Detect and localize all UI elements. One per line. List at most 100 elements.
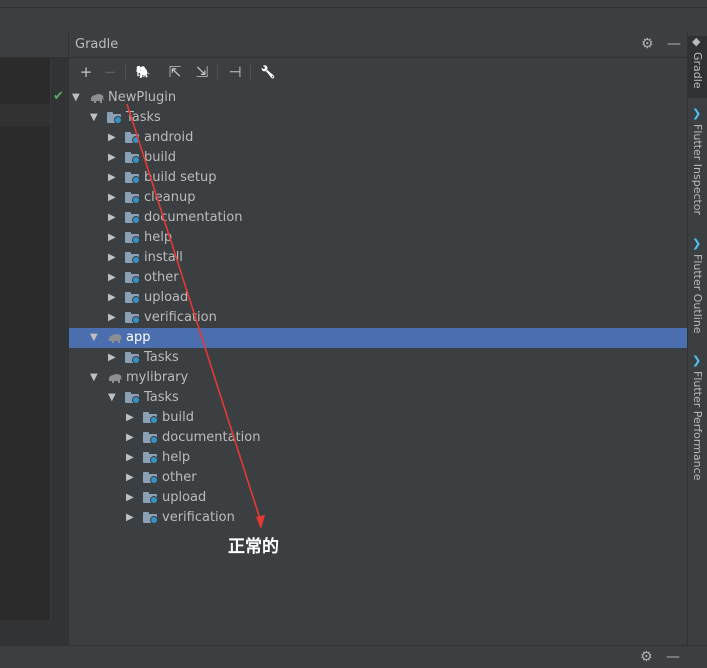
gear-icon[interactable]: ⚙ <box>640 649 653 665</box>
tree-project-row[interactable]: ▼ NewPlugin <box>69 88 687 108</box>
chevron-down-icon[interactable]: ▼ <box>108 391 116 405</box>
tree-item-label: build setup <box>144 170 217 185</box>
folder-gear-icon <box>125 292 140 304</box>
tree-folder-row[interactable]: ▼ Tasks <box>69 108 687 128</box>
folder-gear-icon <box>125 132 140 144</box>
elephant-icon: ◆ <box>692 35 701 48</box>
folder-gear-icon <box>125 152 140 164</box>
tree-folder-row[interactable]: ▶ help <box>69 228 687 248</box>
tool-window-tab[interactable]: ◆ Gradle <box>688 36 707 98</box>
tool-window-tab[interactable]: ❯ Flutter Outline <box>688 238 707 338</box>
toolbar-separator <box>217 65 218 80</box>
tool-window-tab[interactable]: ❯ Flutter Performance <box>688 355 707 495</box>
chevron-right-icon[interactable]: ▶ <box>126 411 134 425</box>
tree-item-label: documentation <box>144 210 243 225</box>
chevron-right-icon[interactable]: ▶ <box>108 171 116 185</box>
folder-gear-icon <box>143 432 158 444</box>
minimize-icon[interactable]: — <box>666 649 680 665</box>
toolbar-separator <box>125 65 126 80</box>
folder-gear-icon <box>143 452 158 464</box>
chevron-right-icon[interactable]: ▶ <box>126 511 134 525</box>
tree-item-label: Tasks <box>144 390 179 405</box>
tree-folder-row[interactable]: ▶ cleanup <box>69 188 687 208</box>
tree-folder-row[interactable]: ▶ documentation <box>69 428 687 448</box>
elephant-refresh-icon[interactable]: 🐘 <box>134 63 152 81</box>
tree-folder-row[interactable]: ▶ install <box>69 248 687 268</box>
editor-bottom-band <box>0 620 68 645</box>
gradle-toolbar: + − 🐘 ⇱ ⇲ ⊣ 🔧 <box>69 58 687 86</box>
folder-gear-icon <box>125 192 140 204</box>
chevron-down-icon[interactable]: ▼ <box>90 111 98 125</box>
chevron-right-icon[interactable]: ▶ <box>126 451 134 465</box>
tree-folder-row[interactable]: ▶ build setup <box>69 168 687 188</box>
chevron-right-icon[interactable]: ▶ <box>108 211 116 225</box>
folder-gear-icon <box>143 512 158 524</box>
tree-item-label: Tasks <box>144 350 179 365</box>
collapse-all-icon[interactable]: ⇲ <box>193 63 211 81</box>
tree-item-label: verification <box>144 310 217 325</box>
tool-window-tab-label: Flutter Outline <box>691 254 704 334</box>
tree-folder-row[interactable]: ▶ verification <box>69 508 687 528</box>
tree-item-label: verification <box>162 510 235 525</box>
panel-header: Gradle ⚙ — <box>69 32 687 58</box>
chevron-right-icon[interactable]: ▶ <box>108 271 116 285</box>
tree-folder-row[interactable]: ▶ build <box>69 148 687 168</box>
tree-project-row[interactable]: ▼ mylibrary <box>69 368 687 388</box>
flutter-icon: ❯ <box>692 237 702 250</box>
chevron-right-icon[interactable]: ▶ <box>108 131 116 145</box>
folder-gear-icon <box>143 492 158 504</box>
wrench-icon[interactable]: 🔧 <box>259 63 277 81</box>
tree-folder-row[interactable]: ▶ upload <box>69 288 687 308</box>
tree-folder-row[interactable]: ▶ other <box>69 468 687 488</box>
right-tool-strip: ◆ Gradle ❯ Flutter Inspector ❯ Flutter Outlin… <box>687 32 707 645</box>
expand-all-icon[interactable]: ⇱ <box>166 63 184 81</box>
chevron-right-icon[interactable]: ▶ <box>108 291 116 305</box>
gear-icon[interactable]: ⚙ <box>641 36 654 52</box>
chevron-right-icon[interactable]: ▶ <box>108 151 116 165</box>
folder-gear-icon <box>143 472 158 484</box>
elephant-icon <box>108 334 122 343</box>
tree-item-label: cleanup <box>144 190 196 205</box>
folder-gear-icon <box>125 172 140 184</box>
tree-item-label: other <box>162 470 197 485</box>
chevron-right-icon[interactable]: ▶ <box>126 471 134 485</box>
tree-project-row[interactable]: ▼ app <box>69 328 687 348</box>
tree-folder-row[interactable]: ▶ other <box>69 268 687 288</box>
chevron-right-icon[interactable]: ▶ <box>108 191 116 205</box>
chevron-right-icon[interactable]: ▶ <box>108 251 116 265</box>
tree-folder-row[interactable]: ▶ verification <box>69 308 687 328</box>
tree-item-label: mylibrary <box>126 370 189 385</box>
chevron-right-icon[interactable]: ▶ <box>126 491 134 505</box>
tree-item-label: upload <box>162 490 207 505</box>
toggle-offline-icon[interactable]: ⊣ <box>226 63 244 81</box>
flutter-icon: ❯ <box>692 354 702 367</box>
editor-area[interactable]: ✔ <box>0 32 69 651</box>
gradle-panel: Gradle ⚙ — + − 🐘 ⇱ ⇲ ⊣ 🔧 ▼ NewPlugin ▼ Tasks ▶ andr… <box>68 32 687 645</box>
tree-folder-row[interactable]: ▶ documentation <box>69 208 687 228</box>
chevron-right-icon[interactable]: ▶ <box>108 351 116 365</box>
tree-item-label: help <box>162 450 191 465</box>
editor-gutter <box>50 58 69 651</box>
chevron-right-icon[interactable]: ▶ <box>108 231 116 245</box>
chevron-down-icon[interactable]: ▼ <box>90 331 98 345</box>
tree-folder-row[interactable]: ▶ help <box>69 448 687 468</box>
tree-folder-row[interactable]: ▶ build <box>69 408 687 428</box>
tree-item-label: help <box>144 230 173 245</box>
folder-gear-icon <box>125 352 140 364</box>
chevron-down-icon[interactable]: ▼ <box>90 371 98 385</box>
chevron-down-icon[interactable]: ▼ <box>72 91 80 105</box>
chevron-right-icon[interactable]: ▶ <box>126 431 134 445</box>
folder-gear-icon <box>125 232 140 244</box>
tree-folder-row[interactable]: ▶ android <box>69 128 687 148</box>
tree-folder-row[interactable]: ▶ upload <box>69 488 687 508</box>
top-bar <box>0 0 707 32</box>
tree-folder-row[interactable]: ▼ Tasks <box>69 388 687 408</box>
tool-window-tab[interactable]: ❯ Flutter Inspector <box>688 108 707 220</box>
tree-item-label: install <box>144 250 183 265</box>
tree-item-label: other <box>144 270 179 285</box>
minimize-icon[interactable]: — <box>667 36 681 52</box>
chevron-right-icon[interactable]: ▶ <box>108 311 116 325</box>
minus-icon[interactable]: − <box>101 63 119 81</box>
tree-folder-row[interactable]: ▶ Tasks <box>69 348 687 368</box>
plus-icon[interactable]: + <box>77 63 95 81</box>
